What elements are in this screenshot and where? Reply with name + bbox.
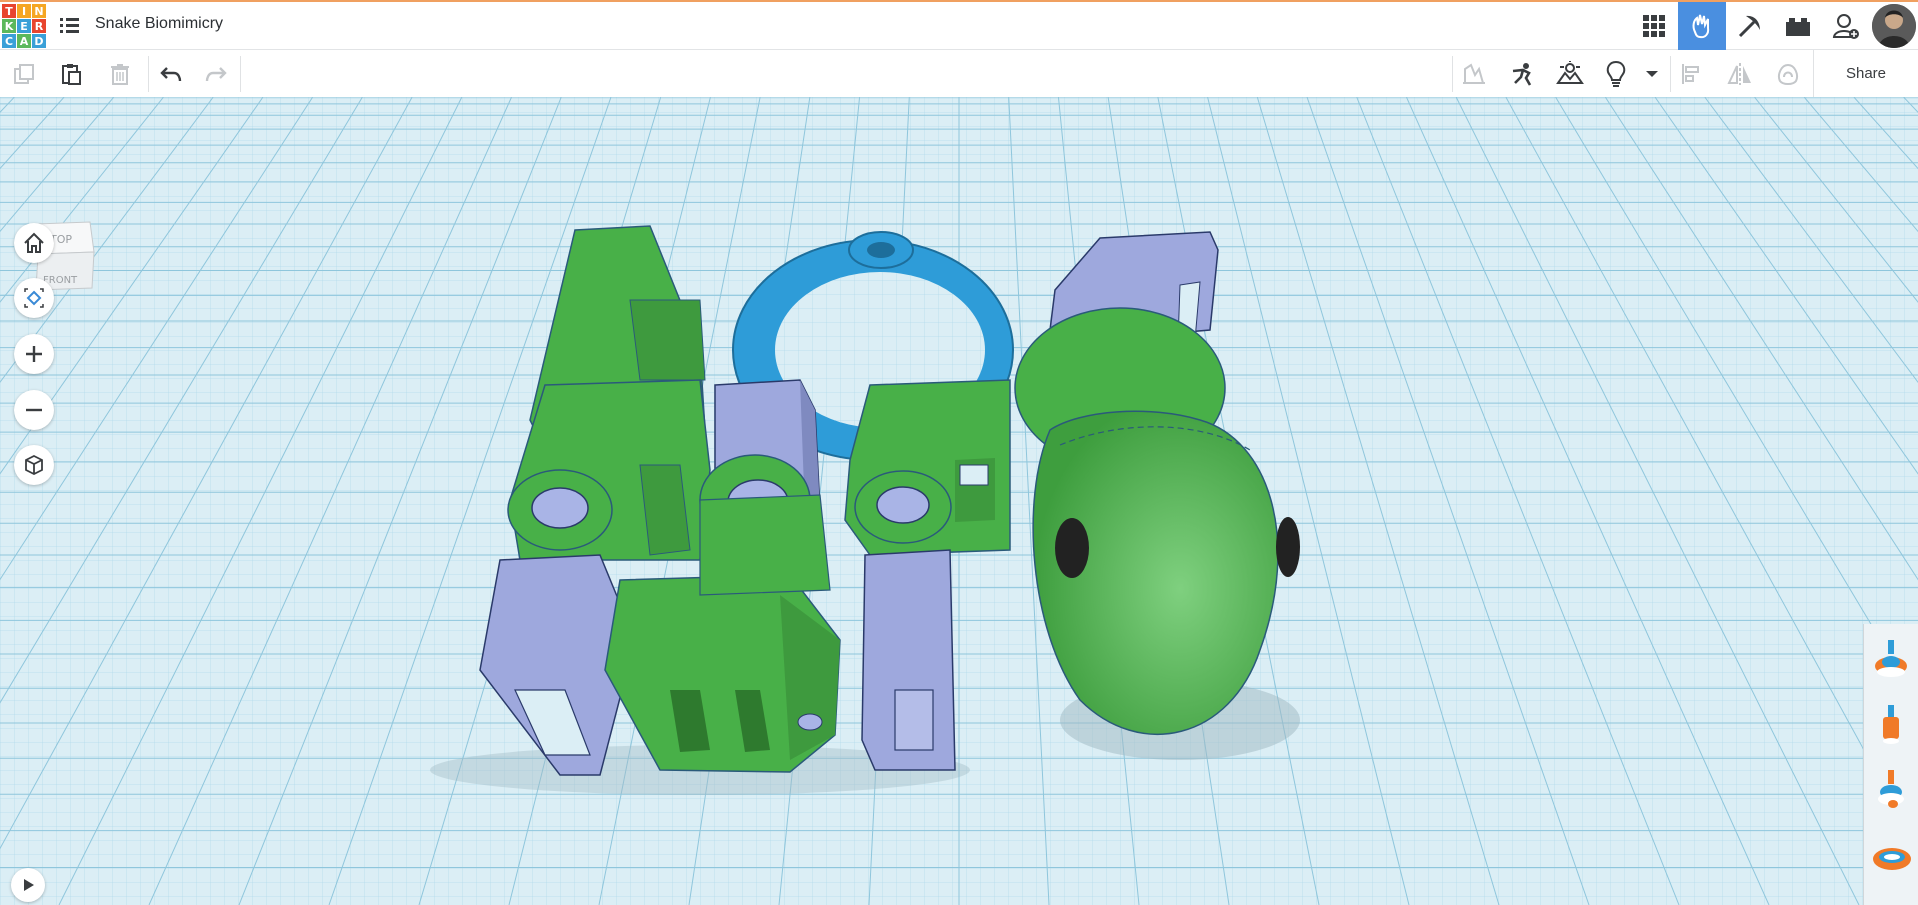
user-avatar[interactable] [1872,4,1916,48]
dropdown-icon[interactable] [1636,58,1668,90]
add-user-icon[interactable] [1822,2,1870,50]
scene-canvas[interactable] [0,97,1918,905]
undo-icon[interactable] [155,58,187,90]
fit-view-icon [24,288,44,308]
shape-stack-orange[interactable] [1870,699,1912,749]
grid-view-icon[interactable] [1630,2,1678,50]
perspective-toggle-button[interactable] [14,445,54,485]
notes-icon[interactable] [1458,58,1490,90]
snake-body-segment-3[interactable] [844,379,1011,556]
design-title[interactable]: Snake Biomimicry [95,15,223,33]
logo-letter: K [2,19,16,33]
play-simulation-button[interactable] [11,868,45,902]
lightbulb-icon[interactable] [1600,58,1632,90]
fit-view-button[interactable] [14,278,54,318]
logo-letter: D [32,34,46,48]
bricks-icon[interactable] [1774,2,1822,50]
workplane[interactable]: TOP FRONT [0,97,1918,905]
home-view-icon [24,232,44,253]
gray-connector-front-middle[interactable] [861,549,956,771]
top-bar: TIN KER CAD Snake Biomimicry [0,0,1918,50]
tinker-hand-icon[interactable] [1678,2,1726,50]
snake-body-segment-1[interactable] [507,379,711,561]
shape-stack-blue[interactable] [1870,764,1912,814]
group-icon[interactable] [1772,58,1804,90]
perspective-cube-icon [25,454,43,476]
paste-icon[interactable] [55,58,87,90]
logo-letter: T [2,4,16,18]
shape-panel-strip [1863,624,1918,905]
copy-icon[interactable] [8,58,40,90]
logo-letter: A [17,34,31,48]
shape-stack-orange-blue[interactable] [1870,634,1912,684]
zoom-out-button[interactable] [14,390,54,430]
zoom-out-icon [26,408,42,412]
shape-ring[interactable] [1870,832,1912,882]
landscape-view-icon[interactable] [1554,58,1586,90]
delete-icon[interactable] [104,58,136,90]
snake-eye-left [1055,518,1089,578]
redo-icon[interactable] [200,58,232,90]
tinkercad-logo[interactable]: TIN KER CAD [2,4,46,48]
align-icon[interactable] [1676,58,1708,90]
logo-letter: N [32,4,46,18]
logo-letter: I [17,4,31,18]
play-icon [24,879,34,891]
logo-letter: C [2,34,16,48]
pickaxe-icon[interactable] [1726,2,1774,50]
zoom-in-button[interactable] [14,334,54,374]
mirror-icon[interactable] [1724,58,1756,90]
zoom-in-icon [26,346,42,362]
edit-toolbar: Share [0,50,1918,98]
shapes-person-icon[interactable] [1506,58,1538,90]
snake-eye-right [1276,517,1300,577]
home-view-button[interactable] [14,223,54,263]
share-button[interactable]: Share [1813,50,1918,97]
design-list-icon[interactable] [58,15,82,37]
logo-letter: R [32,19,46,33]
logo-letter: E [17,19,31,33]
